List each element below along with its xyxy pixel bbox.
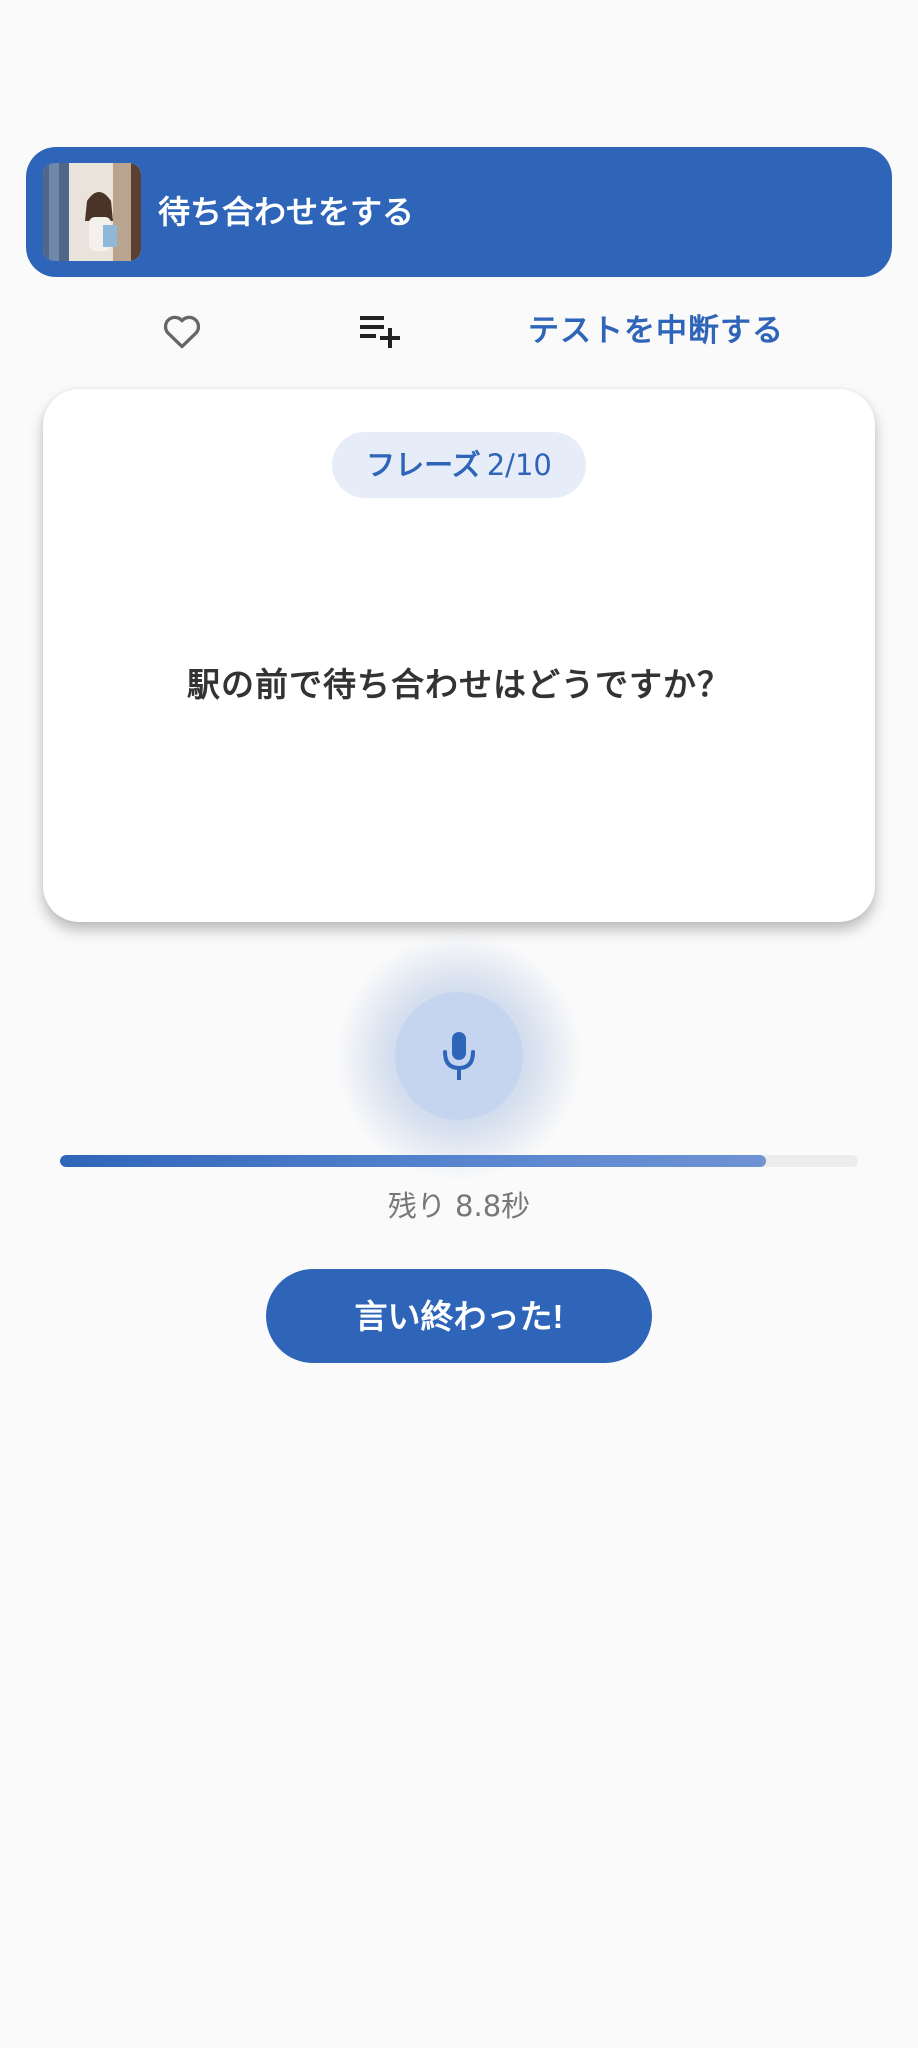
finished-speaking-button[interactable]: 言い終わった! bbox=[266, 1269, 652, 1363]
microphone-button[interactable] bbox=[395, 992, 523, 1120]
phrase-count: 2/10 bbox=[486, 448, 552, 482]
lesson-title: 待ち合わせをする bbox=[158, 193, 415, 231]
recording-progress-fill bbox=[60, 1155, 767, 1167]
action-bar: テストを中断する bbox=[0, 300, 918, 362]
stop-test-link[interactable]: テストを中断する bbox=[528, 300, 784, 362]
remaining-time: 残り 8.8秒 bbox=[387, 1189, 531, 1223]
phrase-progress-badge: フレーズ 2/10 bbox=[332, 432, 586, 498]
playlist-add-icon[interactable] bbox=[358, 310, 404, 350]
phrase-label: フレーズ bbox=[366, 448, 481, 482]
phrase-card: フレーズ 2/10 駅の前で待ち合わせはどうですか？ bbox=[43, 389, 875, 922]
question-text: 駅の前で待ち合わせはどうですか？ bbox=[187, 665, 731, 704]
microphone-icon bbox=[443, 1032, 475, 1080]
lesson-thumbnail bbox=[43, 163, 141, 261]
recording-progress-bar bbox=[60, 1155, 858, 1167]
lesson-header[interactable]: 待ち合わせをする bbox=[26, 147, 892, 277]
favorite-heart-icon[interactable] bbox=[160, 309, 204, 353]
